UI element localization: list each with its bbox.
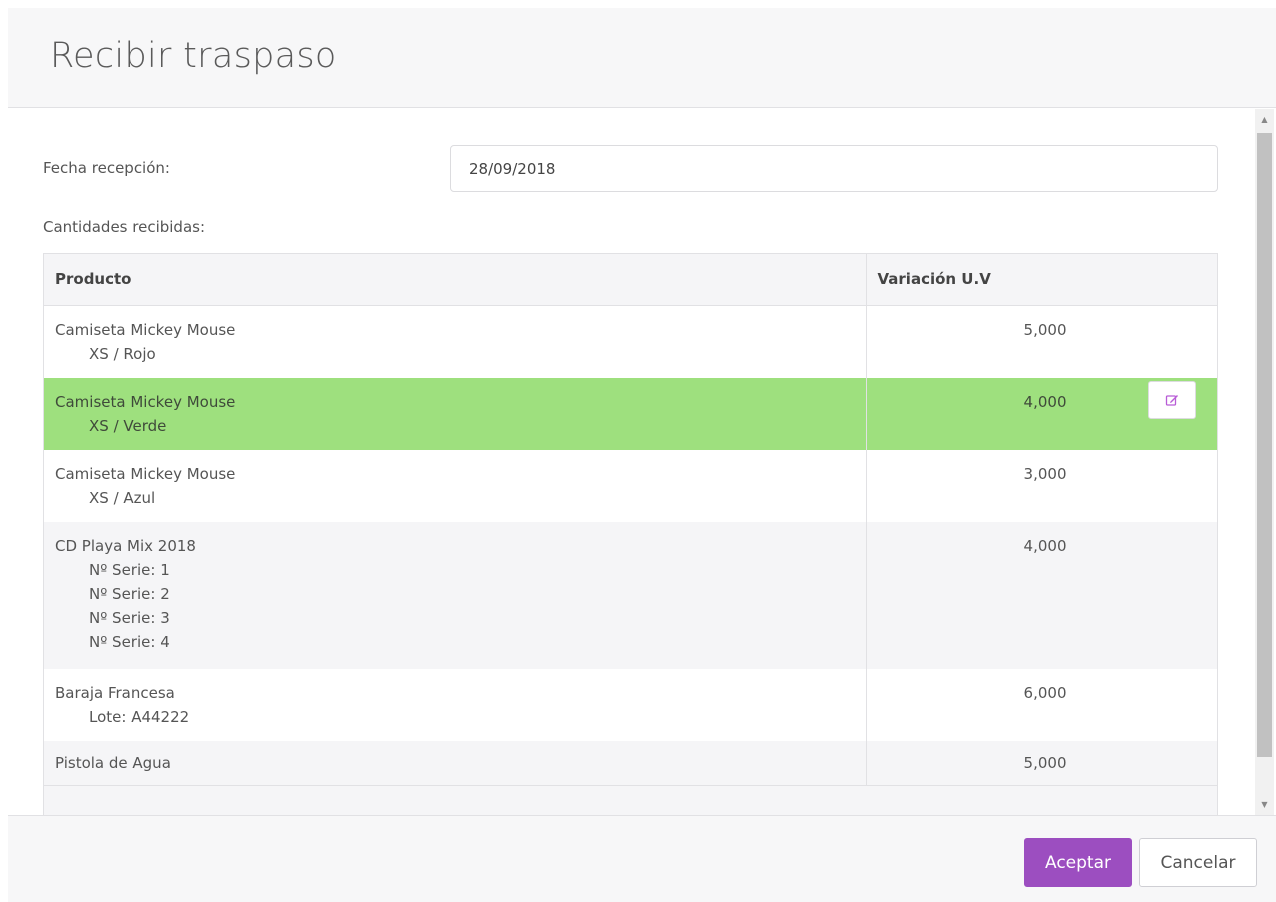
table-row[interactable]: Camiseta Mickey Mouse XS / Azul 3,000 <box>44 449 1217 522</box>
quantity-value: 4,000 <box>1023 536 1067 555</box>
quantity-cell: 4,000 <box>865 377 1217 450</box>
product-detail: Nº Serie: 2 <box>89 584 170 603</box>
vertical-scrollbar[interactable]: ▲ ▼ <box>1255 109 1274 815</box>
product-cell: CD Playa Mix 2018 Nº Serie: 1 Nº Serie: … <box>44 521 866 669</box>
edit-quantity-button[interactable] <box>1148 380 1196 419</box>
table-row[interactable]: Pistola de Agua 5,000 <box>44 740 1217 786</box>
quantity-cell: 5,000 <box>865 740 1217 786</box>
accept-button[interactable]: Aceptar <box>1024 838 1132 887</box>
product-detail: Lote: A44222 <box>89 707 190 726</box>
product-cell: Pistola de Agua <box>44 740 866 786</box>
product-name: Baraja Francesa <box>55 683 175 702</box>
scroll-down-icon[interactable]: ▼ <box>1255 796 1274 813</box>
product-detail: Nº Serie: 3 <box>89 608 170 627</box>
scroll-up-icon[interactable]: ▲ <box>1255 111 1274 128</box>
product-cell: Camiseta Mickey Mouse XS / Azul <box>44 449 866 522</box>
cancel-button[interactable]: Cancelar <box>1139 838 1257 887</box>
modal-title: Recibir traspaso <box>50 36 337 76</box>
edit-icon <box>1165 394 1178 406</box>
quantity-value: 4,000 <box>1023 392 1067 411</box>
product-detail: Nº Serie: 4 <box>89 632 170 651</box>
received-quantities-table: Producto Variación U.V Camiseta Mickey M… <box>43 253 1218 815</box>
modal-header: Recibir traspaso <box>8 8 1276 108</box>
product-detail: Nº Serie: 1 <box>89 560 170 579</box>
table-row[interactable]: Baraja Francesa Lote: A44222 6,000 <box>44 668 1217 741</box>
quantity-value: 3,000 <box>1023 464 1067 483</box>
reception-date-input[interactable] <box>450 145 1218 192</box>
quantity-cell: 4,000 <box>865 521 1217 669</box>
quantity-value: 6,000 <box>1023 683 1067 702</box>
product-detail: XS / Azul <box>89 488 156 507</box>
product-detail: XS / Rojo <box>89 344 156 363</box>
product-cell: Camiseta Mickey Mouse XS / Rojo <box>44 305 866 378</box>
quantity-cell: 3,000 <box>865 449 1217 522</box>
modal-body: Fecha recepción: Cantidades recibidas: P… <box>8 109 1252 815</box>
product-cell: Camiseta Mickey Mouse XS / Verde <box>44 377 866 450</box>
quantity-cell: 5,000 <box>865 305 1217 378</box>
table-row[interactable]: CD Playa Mix 2018 Nº Serie: 1 Nº Serie: … <box>44 521 1217 669</box>
product-detail: XS / Verde <box>89 416 167 435</box>
product-name: CD Playa Mix 2018 <box>55 536 196 555</box>
product-name: Camiseta Mickey Mouse <box>55 464 236 483</box>
scrollbar-thumb[interactable] <box>1257 133 1272 757</box>
product-name: Camiseta Mickey Mouse <box>55 320 236 339</box>
product-name: Camiseta Mickey Mouse <box>55 392 236 411</box>
product-cell: Baraja Francesa Lote: A44222 <box>44 668 866 741</box>
table-row[interactable]: Camiseta Mickey Mouse XS / Rojo 5,000 <box>44 305 1217 378</box>
product-name: Pistola de Agua <box>55 753 171 772</box>
column-header-product: Producto <box>44 254 866 306</box>
table-header-row: Producto Variación U.V <box>44 254 1217 306</box>
quantity-value: 5,000 <box>1023 320 1067 339</box>
quantities-label: Cantidades recibidas: <box>43 218 206 236</box>
column-header-variation: Variación U.V <box>865 254 1217 306</box>
date-label: Fecha recepción: <box>43 159 170 177</box>
modal-footer: Aceptar Cancelar <box>8 815 1276 902</box>
quantity-value: 5,000 <box>1023 753 1067 772</box>
quantity-cell: 6,000 <box>865 668 1217 741</box>
table-row-selected[interactable]: Camiseta Mickey Mouse XS / Verde 4,000 <box>44 377 1217 450</box>
